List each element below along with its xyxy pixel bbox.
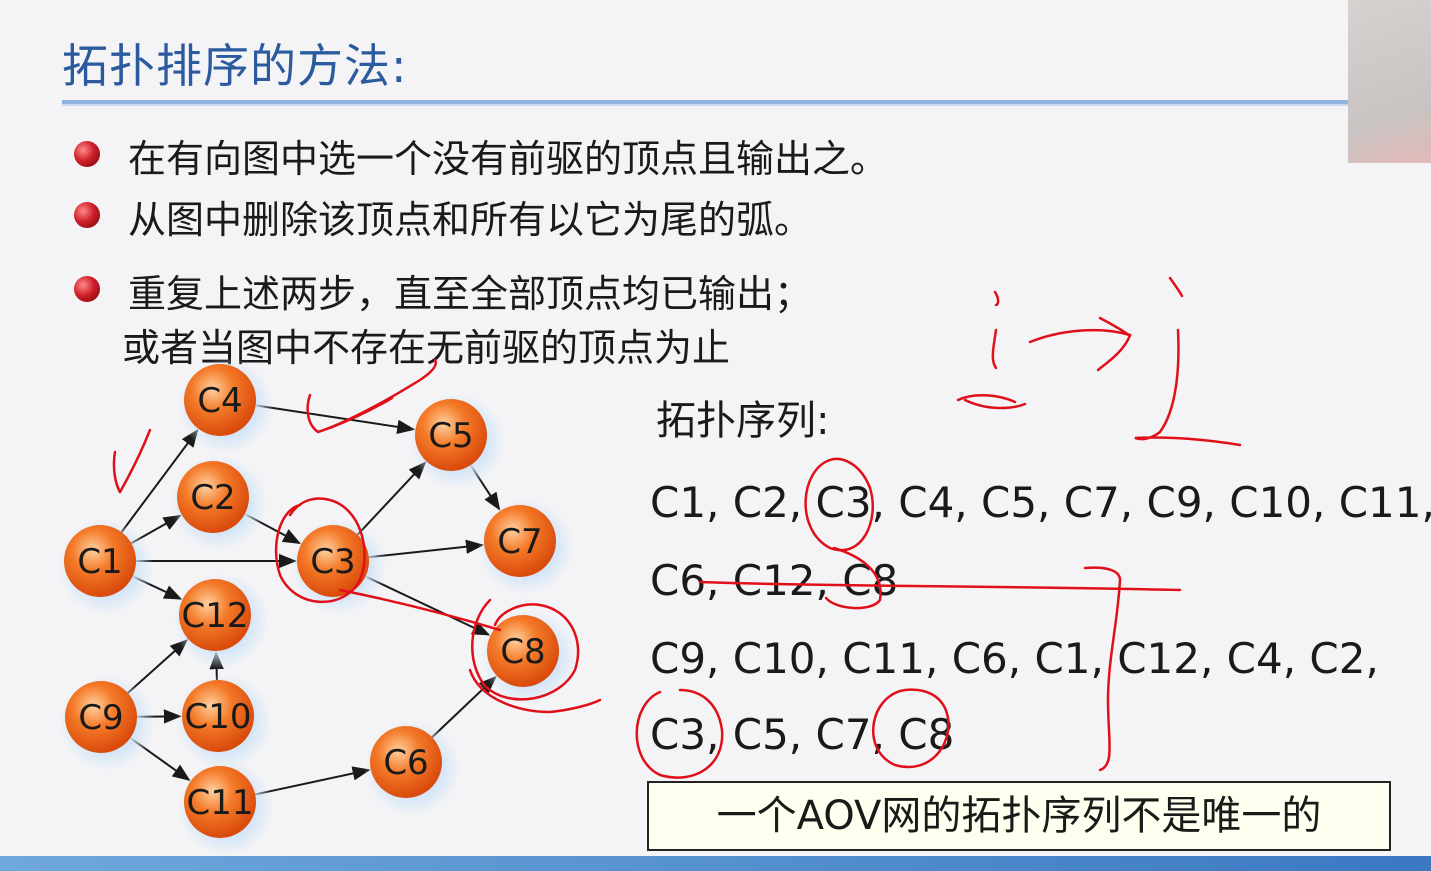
graph-edge-C3-C8 [365,575,491,636]
graph-node-label: C6 [383,743,428,783]
graph-node-c6: C6 [364,720,460,816]
graph-node-label: C3 [310,542,355,582]
graph-node-label: C2 [190,478,235,518]
graph-node-c11: C11 [178,760,274,856]
graph-node-c7: C7 [478,499,574,595]
graph-node-label: C7 [497,522,542,562]
graph-node-c9: C9 [59,675,155,771]
graph-node-c4: C4 [178,358,274,454]
graph-node-label: C10 [184,697,251,737]
graph-node-label: C8 [500,632,545,672]
graph-node-label: C5 [428,416,473,456]
graph-edge-C9-C12 [127,639,189,694]
graph-edge-C3-C7 [368,539,485,559]
graph-node-label: C4 [197,381,242,421]
graph-node-c2: C2 [171,455,267,551]
graph-node-label: C9 [78,698,123,738]
graph-node-c10: C10 [176,674,272,770]
bottom-bar [0,856,1431,871]
graph-node-label: C1 [77,542,122,582]
graph-node-c5: C5 [409,393,505,489]
aov-graph: C1 C2 C3 C4 C5 C6 C7 C8 C9 C10 C11 C12 [58,276,1242,856]
graph-node-label: C11 [186,783,253,823]
graph-node-label: C12 [181,596,248,636]
ink-annotations [112,276,1242,779]
graph-node-c1: C1 [58,519,154,615]
graph-node-c12: C12 [173,573,269,669]
graph-node-c3: C3 [291,519,387,615]
graph-edge-C11-C6 [254,766,371,796]
graph-edge-C3-C5 [356,461,427,536]
